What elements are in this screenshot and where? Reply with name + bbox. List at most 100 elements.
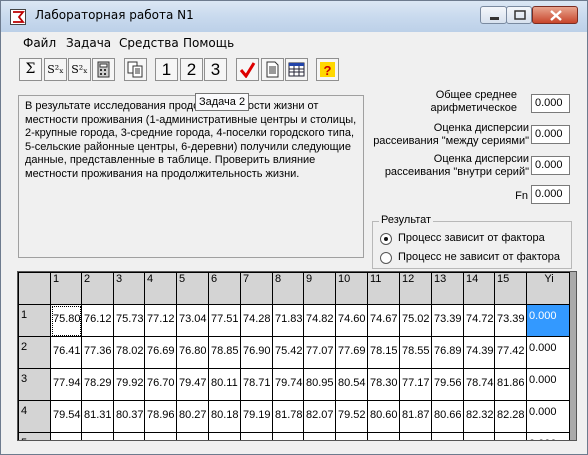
- table-cell[interactable]: 81.87: [399, 400, 432, 433]
- sigma-button[interactable]: Σ: [19, 58, 42, 81]
- minimize-button[interactable]: [480, 6, 507, 24]
- table-cell[interactable]: 75.73: [113, 304, 145, 337]
- table-button[interactable]: [285, 58, 308, 81]
- report-button[interactable]: [261, 58, 284, 81]
- table-cell[interactable]: 77.42: [494, 336, 527, 369]
- help-button[interactable]: ?: [316, 58, 339, 81]
- table-cell[interactable]: 78.71: [240, 368, 273, 401]
- yi-cell[interactable]: 0.000: [526, 304, 570, 337]
- table-cell[interactable]: 79.92: [113, 368, 145, 401]
- table-cell[interactable]: 73.39: [431, 304, 464, 337]
- table-cell[interactable]: 80.18: [208, 400, 241, 433]
- table-cell[interactable]: 80.54: [335, 368, 368, 401]
- table-cell[interactable]: 81.21: [176, 432, 209, 440]
- table-cell[interactable]: 77.69: [335, 336, 368, 369]
- copy-button[interactable]: [124, 58, 147, 81]
- within-variance-field[interactable]: 0.000: [531, 156, 570, 175]
- task-2-button[interactable]: 2: [180, 58, 203, 81]
- variance-total-button[interactable]: S²ₓ: [44, 58, 67, 81]
- table-cell[interactable]: 84.84: [144, 432, 177, 440]
- table-cell[interactable]: 83.63: [272, 432, 304, 440]
- fn-field[interactable]: 0.000: [531, 185, 570, 204]
- menu-help[interactable]: Помощь: [183, 36, 234, 50]
- table-cell[interactable]: 79.56: [431, 368, 464, 401]
- mean-field[interactable]: 0.000: [531, 94, 570, 113]
- table-cell[interactable]: 83.36: [367, 432, 400, 440]
- table-cell[interactable]: 76.80: [176, 336, 209, 369]
- table-cell[interactable]: 80.66: [431, 400, 464, 433]
- table-cell[interactable]: 85.14: [431, 432, 464, 440]
- table-cell[interactable]: 78.85: [208, 336, 241, 369]
- data-grid[interactable]: 1 2 3 4 5 6 7 8 9 10 11 12 13 14 15 Yi 1 75.80 76.12 75.73 7…: [17, 271, 577, 441]
- table-cell[interactable]: 78.15: [367, 336, 400, 369]
- task-3-button[interactable]: 3: [204, 58, 227, 81]
- yi-cell[interactable]: 0.000: [526, 432, 570, 440]
- table-cell[interactable]: 74.28: [240, 304, 273, 337]
- table-cell[interactable]: 80.60: [367, 400, 400, 433]
- table-cell[interactable]: 77.12: [144, 304, 177, 337]
- table-cell[interactable]: 76.41: [50, 336, 82, 369]
- table-cell[interactable]: 77.36: [81, 336, 114, 369]
- table-cell[interactable]: 79.54: [50, 400, 82, 433]
- table-cell[interactable]: 77.94: [50, 368, 82, 401]
- yi-cell[interactable]: 0.000: [526, 400, 570, 433]
- table-cell[interactable]: 80.11: [208, 368, 241, 401]
- table-cell[interactable]: 78.29: [81, 368, 114, 401]
- table-cell[interactable]: 79.74: [272, 368, 304, 401]
- task-1-button[interactable]: 1: [155, 58, 178, 81]
- variance-between-button[interactable]: S²ₓ: [68, 58, 91, 81]
- between-variance-field[interactable]: 0.000: [531, 125, 570, 144]
- table-cell[interactable]: 80.07: [335, 432, 368, 440]
- table-cell[interactable]: 76.89: [431, 336, 464, 369]
- table-cell[interactable]: 82.07: [303, 400, 336, 433]
- table-cell[interactable]: 75.80: [50, 304, 82, 337]
- table-cell[interactable]: 74.60: [335, 304, 368, 337]
- table-cell[interactable]: 77.17: [399, 368, 432, 401]
- radio-not-depends[interactable]: Процесс не зависит от фактора: [380, 251, 570, 265]
- table-cell[interactable]: 81.31: [81, 400, 114, 433]
- table-cell[interactable]: 78.55: [399, 336, 432, 369]
- table-cell[interactable]: 75.02: [399, 304, 432, 337]
- table-cell[interactable]: 83.37: [113, 432, 145, 440]
- table-cell[interactable]: 83.83: [208, 432, 241, 440]
- radio-depends[interactable]: Процесс зависит от фактора: [380, 232, 570, 246]
- yi-cell[interactable]: 0.000: [526, 336, 570, 369]
- menu-file[interactable]: Файл: [23, 36, 56, 50]
- table-cell[interactable]: 73.04: [176, 304, 209, 337]
- table-cell[interactable]: 73.39: [494, 304, 527, 337]
- maximize-button[interactable]: [506, 6, 532, 24]
- table-cell[interactable]: 76.90: [240, 336, 273, 369]
- table-cell[interactable]: 82.32: [463, 400, 495, 433]
- table-cell[interactable]: 76.70: [144, 368, 177, 401]
- table-cell[interactable]: 85.36: [240, 432, 273, 440]
- table-cell[interactable]: 74.67: [367, 304, 400, 337]
- table-cell[interactable]: 82.89: [50, 432, 82, 440]
- yi-cell[interactable]: 0.000: [526, 368, 570, 401]
- check-button[interactable]: [236, 58, 259, 81]
- table-cell[interactable]: 84.95: [81, 432, 114, 440]
- table-cell[interactable]: 71.83: [272, 304, 304, 337]
- table-cell[interactable]: 76.12: [81, 304, 114, 337]
- table-cell[interactable]: 81.86: [494, 368, 527, 401]
- table-cell[interactable]: 79.47: [176, 368, 209, 401]
- table-cell[interactable]: 82.20: [303, 432, 336, 440]
- table-cell[interactable]: 78.96: [144, 400, 177, 433]
- table-cell[interactable]: 78.30: [367, 368, 400, 401]
- table-cell[interactable]: 83.01: [463, 432, 495, 440]
- table-cell[interactable]: 74.82: [303, 304, 336, 337]
- table-cell[interactable]: 76.69: [144, 336, 177, 369]
- table-cell[interactable]: 80.37: [113, 400, 145, 433]
- table-cell[interactable]: 83.17: [399, 432, 432, 440]
- table-cell[interactable]: 78.74: [463, 368, 495, 401]
- table-cell[interactable]: 77.51: [208, 304, 241, 337]
- table-cell[interactable]: 74.39: [463, 336, 495, 369]
- table-cell[interactable]: 77.07: [303, 336, 336, 369]
- table-cell[interactable]: 80.95: [303, 368, 336, 401]
- table-cell[interactable]: 78.02: [113, 336, 145, 369]
- table-cell[interactable]: 82.28: [494, 400, 527, 433]
- close-button[interactable]: [532, 6, 578, 24]
- table-cell[interactable]: 78.86: [494, 432, 527, 440]
- menu-tools[interactable]: Средства: [119, 36, 179, 50]
- table-cell[interactable]: 80.27: [176, 400, 209, 433]
- table-cell[interactable]: 74.72: [463, 304, 495, 337]
